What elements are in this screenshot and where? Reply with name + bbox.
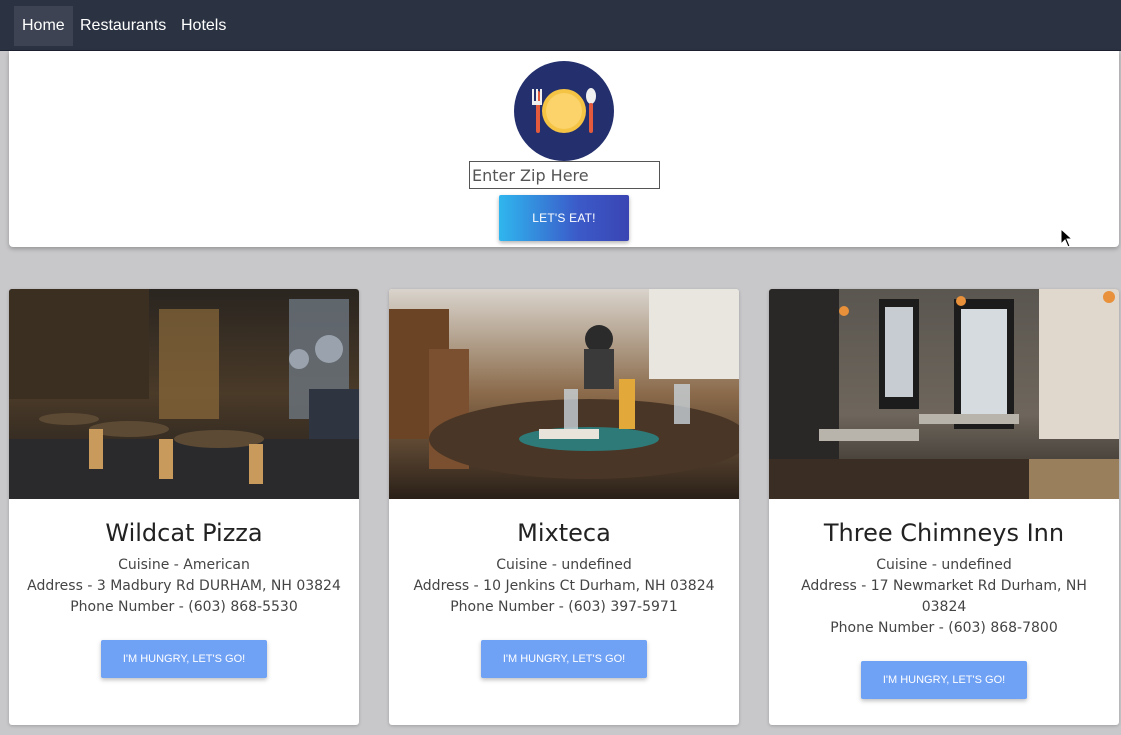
search-hero: LET'S EAT! (9, 51, 1119, 247)
top-navbar: Home Restaurants Hotels (0, 0, 1121, 51)
hungry-button[interactable]: I'M HUNGRY, LET'S GO! (861, 661, 1027, 699)
mouse-cursor-icon (1060, 228, 1074, 248)
restaurant-cuisine: Cuisine - undefined (496, 557, 632, 573)
restaurant-cuisine: Cuisine - American (118, 557, 250, 573)
restaurant-info: Cuisine - undefined Address - 10 Jenkins… (399, 555, 729, 618)
restaurant-card: Wildcat Pizza Cuisine - American Address… (9, 289, 359, 725)
restaurant-phone: Phone Number - (603) 868-7800 (830, 620, 1058, 636)
restaurant-info: Cuisine - American Address - 3 Madbury R… (19, 555, 349, 618)
hungry-button[interactable]: I'M HUNGRY, LET'S GO! (481, 640, 647, 678)
restaurant-table-photo (389, 289, 739, 499)
restaurant-address: Address - 10 Jenkins Ct Durham, NH 03824 (413, 578, 715, 594)
nav-hotels[interactable]: Hotels (173, 6, 234, 46)
lets-eat-button[interactable]: LET'S EAT! (499, 195, 629, 241)
restaurant-cuisine: Cuisine - undefined (876, 557, 1012, 573)
restaurant-info: Cuisine - undefined Address - 17 Newmark… (779, 555, 1109, 639)
restaurant-name: Mixteca (517, 519, 611, 547)
nav-restaurants[interactable]: Restaurants (72, 6, 174, 46)
plate-fork-spoon-icon (514, 61, 614, 161)
restaurant-card: Mixteca Cuisine - undefined Address - 10… (389, 289, 739, 725)
nav-home[interactable]: Home (14, 6, 73, 46)
restaurant-name: Wildcat Pizza (105, 519, 263, 547)
restaurant-address: Address - 17 Newmarket Rd Durham, NH 038… (801, 578, 1087, 615)
restaurant-interior-photo (9, 289, 359, 499)
restaurant-phone: Phone Number - (603) 868-5530 (70, 599, 298, 615)
hungry-button[interactable]: I'M HUNGRY, LET'S GO! (101, 640, 267, 678)
restaurant-name: Three Chimneys Inn (823, 519, 1065, 547)
restaurant-card: Three Chimneys Inn Cuisine - undefined A… (769, 289, 1119, 725)
dining-room-photo (769, 289, 1119, 499)
restaurant-address: Address - 3 Madbury Rd DURHAM, NH 03824 (27, 578, 341, 594)
restaurant-phone: Phone Number - (603) 397-5971 (450, 599, 678, 615)
zip-input[interactable] (469, 161, 660, 189)
